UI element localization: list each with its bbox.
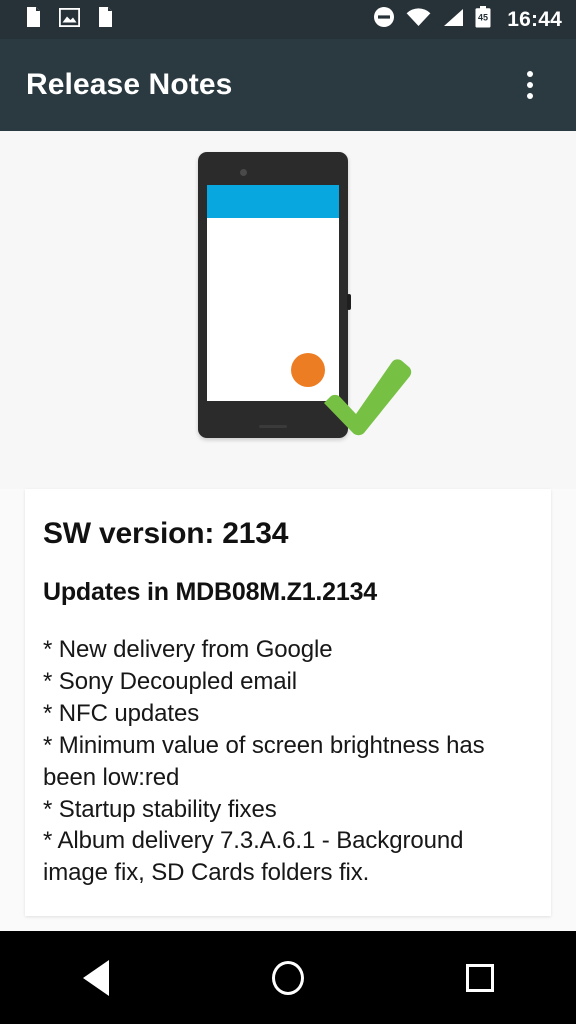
wifi-icon xyxy=(406,7,431,32)
more-vert-icon[interactable] xyxy=(510,59,550,111)
list-item: * NFC updates xyxy=(43,699,200,727)
status-bar-right-icons: 45 16:44 xyxy=(373,6,562,33)
image-icon xyxy=(58,7,81,32)
battery-icon: 45 xyxy=(475,6,491,33)
back-button[interactable] xyxy=(0,931,192,1024)
content-area: SW version: 2134 Updates in MDB08M.Z1.21… xyxy=(0,131,576,931)
status-bar-clock: 16:44 xyxy=(507,7,562,31)
phone-with-checkmark-illustration xyxy=(198,152,412,442)
updates-heading: Updates in MDB08M.Z1.2134 xyxy=(43,578,377,606)
status-bar: 45 16:44 xyxy=(0,0,576,39)
navigation-bar xyxy=(0,931,576,1024)
do-not-disturb-icon xyxy=(373,6,395,33)
document-icon xyxy=(98,7,113,32)
list-item: * Minimum value of screen brightness has… xyxy=(43,731,485,791)
overflow-dot xyxy=(527,71,533,77)
home-button[interactable] xyxy=(192,931,384,1024)
green-checkmark-icon xyxy=(324,359,412,436)
hero-illustration xyxy=(0,131,576,489)
list-item: * Sony Decoupled email xyxy=(43,667,297,695)
overflow-dot xyxy=(527,82,533,88)
recents-button[interactable] xyxy=(384,931,576,1024)
recents-square-icon xyxy=(466,963,494,992)
overflow-dot xyxy=(527,93,533,99)
list-item: * Album delivery 7.3.A.6.1 - Background … xyxy=(43,827,464,887)
android-screen: 45 16:44 Release Notes SW version: 2134 … xyxy=(0,0,576,1024)
page-title: Release Notes xyxy=(26,68,233,101)
list-item: * New delivery from Google xyxy=(43,636,333,663)
back-triangle-icon xyxy=(83,959,109,996)
svg-text:45: 45 xyxy=(478,13,488,23)
release-notes-card: SW version: 2134 Updates in MDB08M.Z1.21… xyxy=(25,489,551,916)
sw-version-heading: SW version: 2134 xyxy=(43,517,289,550)
status-bar-left-icons xyxy=(26,7,113,32)
phone-side-button xyxy=(347,294,351,310)
phone-camera-icon xyxy=(240,169,247,176)
document-icon xyxy=(26,7,41,32)
release-notes-list: * New delivery from Google * Sony Decoup… xyxy=(43,634,529,889)
home-circle-icon xyxy=(272,960,304,995)
phone-screen-appbar xyxy=(207,185,339,218)
cellular-signal-icon xyxy=(442,8,464,32)
list-item: * Startup stability fixes xyxy=(43,795,277,823)
phone-speaker xyxy=(259,425,287,428)
app-bar: Release Notes xyxy=(0,39,576,131)
